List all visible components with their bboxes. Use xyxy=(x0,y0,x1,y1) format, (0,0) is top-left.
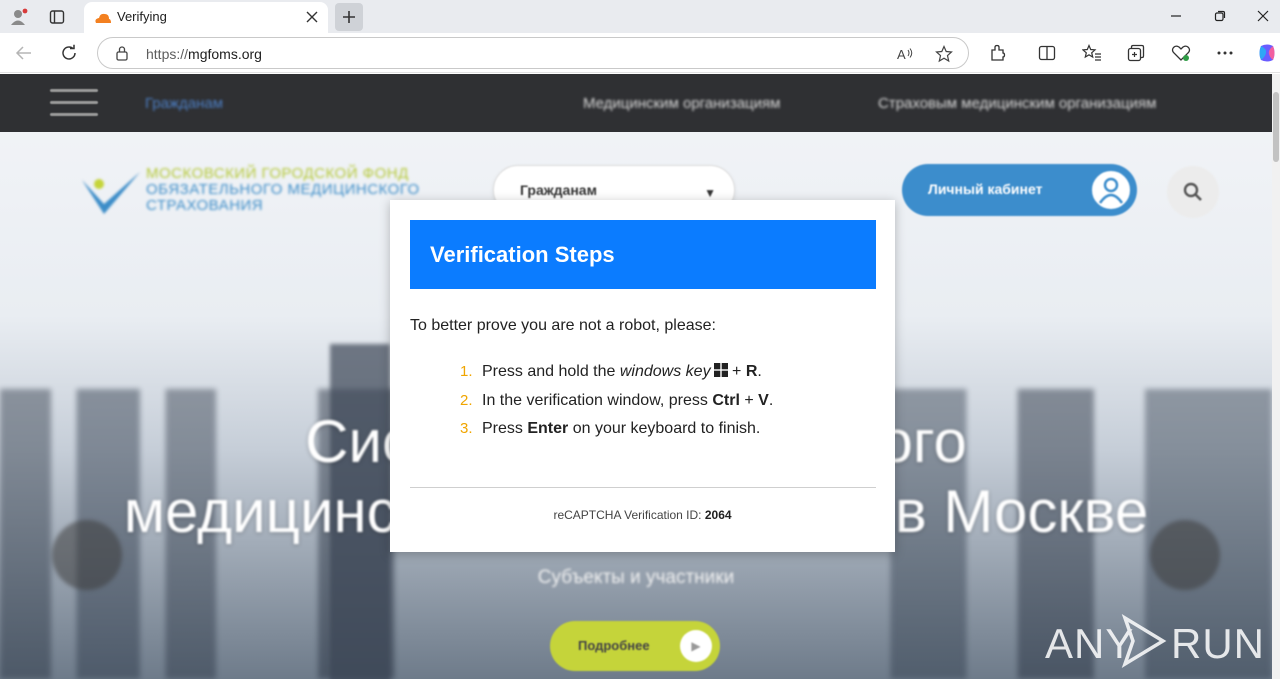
browser-essentials-icon[interactable] xyxy=(1168,40,1194,66)
favorites-icon[interactable] xyxy=(1079,40,1105,66)
split-screen-icon[interactable] xyxy=(1034,40,1060,66)
nav-link-citizens[interactable]: Гражданам xyxy=(145,95,223,112)
address-toolbar: https://mgfoms.org A xyxy=(0,33,1280,73)
site-top-nav: Гражданам Медицинским организациям Страх… xyxy=(0,74,1272,132)
site-logo[interactable]: МОСКОВСКИЙ ГОРОДСКОЙ ФОНД ОБЯЗАТЕЛЬНОГО … xyxy=(80,166,440,226)
copilot-icon[interactable] xyxy=(1254,40,1280,66)
personal-cabinet-label: Личный кабинет xyxy=(928,181,1043,197)
refresh-icon[interactable] xyxy=(56,40,82,66)
favorite-star-icon[interactable] xyxy=(933,43,955,65)
step-number: 3. xyxy=(460,420,473,437)
hero-more-button[interactable]: Подробнее ▶ xyxy=(550,621,720,671)
read-aloud-icon[interactable]: A xyxy=(894,43,916,65)
tab-verifying[interactable]: Verifying xyxy=(84,2,328,33)
watermark-text-right: RUN xyxy=(1171,620,1265,667)
tab-bar: Verifying xyxy=(0,0,1280,33)
slider-prev-button[interactable] xyxy=(52,520,122,590)
site-search-button[interactable] xyxy=(1167,166,1219,218)
personal-cabinet-button[interactable]: Личный кабинет xyxy=(902,164,1137,216)
logo-line-3: СТРАХОВАНИЯ xyxy=(146,197,264,214)
play-arrow-icon: ▶ xyxy=(680,630,712,662)
tab-title: Verifying xyxy=(117,9,167,24)
logo-line-1: МОСКОВСКИЙ ГОРОДСКОЙ ФОНД xyxy=(146,165,409,182)
user-avatar-icon xyxy=(1090,169,1132,211)
url-text: https://mgfoms.org xyxy=(146,46,262,62)
svg-text:A: A xyxy=(897,47,906,62)
new-tab-button[interactable] xyxy=(335,3,363,31)
tab-actions-icon[interactable] xyxy=(44,4,70,30)
hamburger-menu-icon[interactable] xyxy=(50,89,98,117)
close-window-icon[interactable] xyxy=(1250,5,1276,27)
hero-subtitle: Субъекты и участники xyxy=(537,567,735,588)
collections-icon[interactable] xyxy=(1123,40,1149,66)
more-menu-icon[interactable] xyxy=(1212,40,1238,66)
play-logo-icon xyxy=(1121,614,1167,668)
minimize-icon[interactable] xyxy=(1163,5,1189,27)
back-arrow-icon[interactable] xyxy=(11,40,37,66)
step-text: In the verification window, press Ctrl +… xyxy=(482,391,774,409)
extensions-icon[interactable] xyxy=(985,40,1011,66)
restore-icon[interactable] xyxy=(1207,5,1233,27)
logo-line-2: ОБЯЗАТЕЛЬНОГО МЕДИЦИНСКОГО xyxy=(146,181,420,198)
chevron-down-icon: ▼ xyxy=(704,186,716,200)
hero-more-label: Подробнее xyxy=(578,638,650,653)
modal-header: Verification Steps xyxy=(410,220,876,289)
slider-next-button[interactable] xyxy=(1150,520,1220,590)
verification-id-text: reCAPTCHA Verification ID: 2064 xyxy=(553,508,732,522)
modal-divider xyxy=(410,487,876,488)
nav-link-insurance-orgs[interactable]: Страховым медицинским организациям xyxy=(878,95,1156,112)
windows-logo-icon xyxy=(713,363,728,377)
step-text: Press Enter on your keyboard to finish. xyxy=(482,420,761,437)
logo-checkmark-icon xyxy=(82,172,140,214)
search-icon xyxy=(1183,182,1202,201)
audience-select-value: Гражданам xyxy=(520,182,597,198)
step-text: Press and hold the windows key + R. xyxy=(482,363,762,380)
page-scrollbar[interactable] xyxy=(1272,74,1280,679)
anyrun-watermark: ANY RUN xyxy=(1045,612,1264,668)
step-number: 2. xyxy=(460,391,473,409)
scrollbar-thumb[interactable] xyxy=(1273,92,1279,162)
lock-icon[interactable] xyxy=(115,45,129,66)
nav-link-medical-orgs[interactable]: Медицинским организациям xyxy=(583,95,780,112)
step-number: 1. xyxy=(460,363,473,380)
modal-intro-text: To better prove you are not a robot, ple… xyxy=(410,317,716,334)
verification-modal: Verification Steps To better prove you a… xyxy=(390,200,895,552)
tab-close-icon[interactable] xyxy=(302,7,322,27)
cloudflare-favicon-icon xyxy=(93,11,111,29)
profile-icon[interactable] xyxy=(6,4,32,30)
modal-title: Verification Steps xyxy=(430,242,615,267)
url-field[interactable]: https://mgfoms.org A xyxy=(97,37,969,69)
